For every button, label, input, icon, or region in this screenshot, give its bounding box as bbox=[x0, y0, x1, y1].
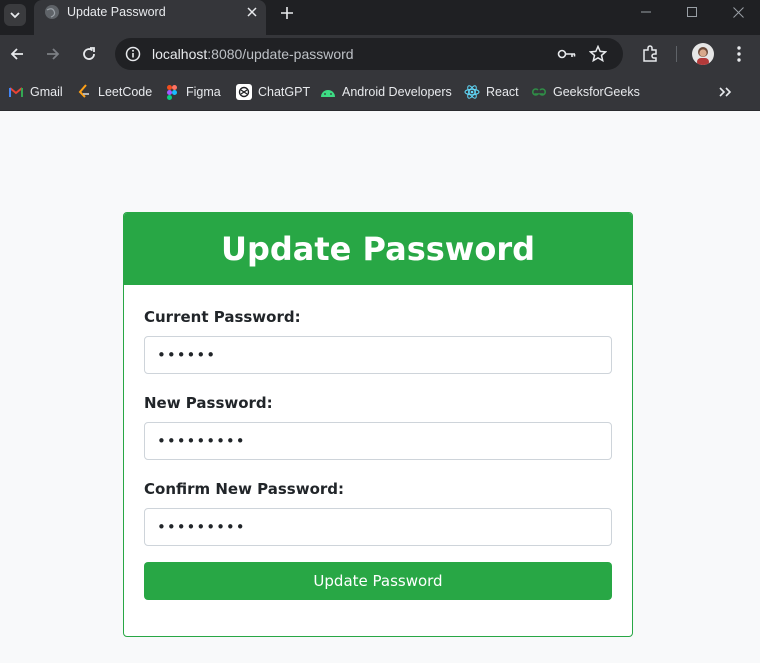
url-host: localhost bbox=[152, 46, 208, 62]
star-icon[interactable] bbox=[589, 45, 607, 63]
reload-button[interactable] bbox=[79, 44, 99, 64]
bookmark-android-developers[interactable]: Android Developers bbox=[320, 83, 452, 101]
active-tab[interactable]: Update Password bbox=[34, 0, 266, 35]
new-tab-button[interactable] bbox=[277, 3, 297, 23]
more-options-icon[interactable] bbox=[731, 44, 747, 64]
bookmark-react[interactable]: React bbox=[464, 83, 519, 101]
chevron-double-right-icon[interactable] bbox=[716, 83, 734, 101]
bookmark-geeksforgeeks[interactable]: GeeksforGeeks bbox=[531, 83, 640, 101]
forward-button[interactable] bbox=[43, 44, 63, 64]
tab-strip: Update Password bbox=[0, 0, 760, 35]
bookmark-figma[interactable]: Figma bbox=[164, 83, 221, 101]
confirm-password-label: Confirm New Password: bbox=[144, 480, 345, 498]
bookmark-label: Figma bbox=[186, 85, 221, 99]
maximize-button[interactable] bbox=[682, 3, 702, 21]
bookmark-label: Gmail bbox=[30, 85, 63, 99]
back-button[interactable] bbox=[7, 44, 27, 64]
arrow-left-icon bbox=[10, 48, 23, 60]
bookmark-label: LeetCode bbox=[98, 85, 153, 99]
profile-avatar[interactable] bbox=[692, 43, 714, 65]
confirm-password-input[interactable]: ••••••••• bbox=[144, 508, 612, 546]
globe-icon bbox=[45, 5, 59, 19]
bookmark-chatgpt[interactable]: ChatGPT bbox=[236, 83, 310, 101]
chatgpt-icon bbox=[236, 84, 252, 100]
extensions-icon[interactable] bbox=[640, 44, 660, 64]
minimize-icon bbox=[641, 11, 651, 13]
avatar-icon bbox=[697, 47, 709, 65]
reload-icon bbox=[83, 47, 95, 60]
current-password-label: Current Password: bbox=[144, 308, 301, 326]
card-header: Update Password bbox=[124, 213, 632, 285]
android-icon bbox=[320, 84, 336, 100]
tab-title: Update Password bbox=[67, 5, 166, 19]
page-body: Update Password Current Password: ••••••… bbox=[0, 111, 760, 663]
bookmark-leetcode[interactable]: LeetCode bbox=[76, 83, 152, 101]
react-icon bbox=[464, 84, 480, 100]
toolbar-divider bbox=[676, 46, 677, 62]
new-password-input[interactable]: ••••••••• bbox=[144, 422, 612, 460]
bookmark-label: Android Developers bbox=[342, 85, 452, 99]
bookmark-gmail[interactable]: Gmail bbox=[8, 83, 63, 101]
leetcode-icon bbox=[76, 84, 92, 100]
close-tab-button[interactable] bbox=[244, 4, 260, 20]
close-window-button[interactable] bbox=[728, 3, 748, 21]
bookmark-label: React bbox=[486, 85, 519, 99]
browser-toolbar: localhost:8080/update-password bbox=[0, 35, 760, 73]
close-icon bbox=[732, 6, 744, 18]
geeksforgeeks-icon bbox=[531, 84, 547, 100]
current-password-input[interactable]: •••••• bbox=[144, 336, 612, 374]
url-path: :8080/update-password bbox=[207, 46, 354, 62]
gmail-icon bbox=[8, 84, 24, 100]
update-password-card: Update Password Current Password: ••••••… bbox=[123, 212, 633, 637]
chevron-down-icon bbox=[10, 12, 20, 19]
info-icon[interactable] bbox=[125, 46, 141, 62]
arrow-right-icon bbox=[47, 48, 60, 60]
update-password-button[interactable]: Update Password bbox=[144, 562, 612, 600]
figma-icon bbox=[164, 84, 180, 100]
maximize-icon bbox=[687, 7, 697, 17]
address-bar[interactable]: localhost:8080/update-password bbox=[115, 38, 623, 70]
bookmark-label: GeeksforGeeks bbox=[553, 85, 640, 99]
url-text: localhost:8080/update-password bbox=[152, 46, 354, 62]
close-icon bbox=[247, 7, 257, 17]
minimize-button[interactable] bbox=[636, 3, 656, 21]
key-icon[interactable] bbox=[557, 46, 577, 62]
tab-search-button[interactable] bbox=[4, 4, 26, 26]
plus-icon bbox=[281, 7, 293, 19]
bookmark-label: ChatGPT bbox=[258, 85, 311, 99]
new-password-label: New Password: bbox=[144, 394, 273, 412]
page-title: Update Password bbox=[220, 230, 536, 268]
bookmarks-bar: Gmail LeetCode Figma ChatGPT Android Dev… bbox=[0, 73, 760, 111]
